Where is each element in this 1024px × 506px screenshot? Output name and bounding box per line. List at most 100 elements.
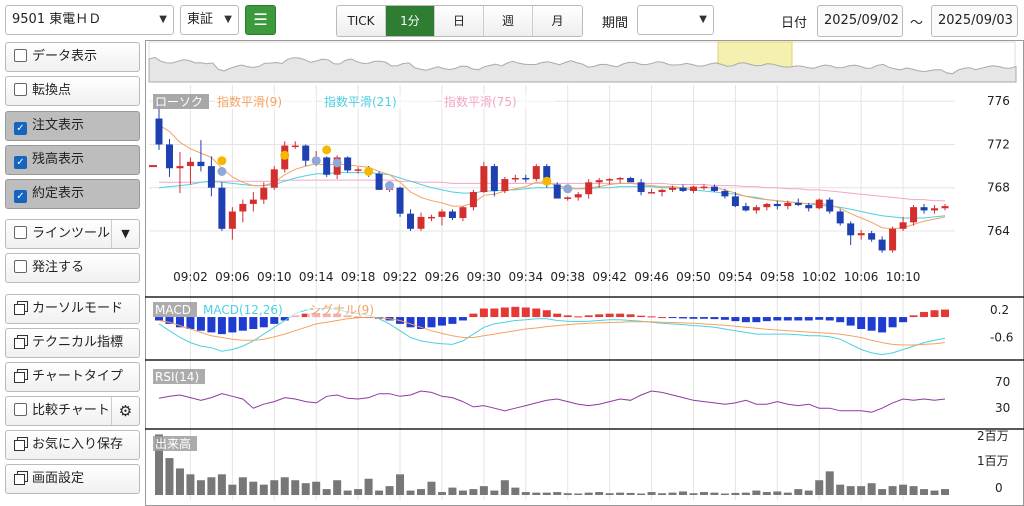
date-to-field[interactable]: 2025/09/03 (931, 5, 1018, 37)
position-marker (563, 184, 573, 194)
macd-histogram-bar (542, 310, 551, 318)
candle-body (595, 180, 603, 183)
chevron-down-icon[interactable]: ▼ (111, 220, 139, 248)
sidebar-item-11[interactable]: お気に入り保存 (5, 430, 140, 460)
candle-body (710, 186, 718, 191)
tab-month[interactable]: 月 (533, 6, 582, 36)
x-tick-label: 09:46 (634, 270, 669, 284)
market-select[interactable]: 東証 ▼ (180, 5, 239, 35)
x-tick-label: 09:38 (550, 270, 585, 284)
sidebar-item-1[interactable]: 転換点 (5, 76, 140, 106)
volume-bar (741, 492, 750, 495)
tab-1min[interactable]: 1分 (386, 6, 435, 36)
tab-day[interactable]: 日 (435, 6, 484, 36)
volume-bar (773, 491, 782, 495)
position-marker (322, 145, 332, 155)
checkbox-icon[interactable] (14, 49, 27, 62)
macd-histogram-bar (637, 315, 646, 318)
volume-bar (825, 471, 834, 495)
sidebar-item-10[interactable]: 比較チャート ⚙ (5, 396, 140, 426)
macd-histogram-bar (521, 307, 530, 318)
candle-body (752, 207, 760, 211)
macd-histogram-bar (490, 308, 499, 318)
candle-body (427, 216, 435, 219)
chart-area[interactable]: 776 772 768 764 ローソク 指数平滑(9) 指数平滑(21) 指数平滑(75) 0… (145, 40, 1024, 506)
macd-histogram-bar (511, 306, 520, 318)
macd-histogram-bar (699, 317, 708, 319)
window-icon[interactable] (14, 471, 28, 485)
candle-body (165, 144, 173, 169)
chart-app: 9501 東電ＨＤ ▼ 東証 ▼ ☰ TICK 1分 日 週 月 期間 ▼ 日付… (0, 0, 1024, 506)
tab-tick[interactable]: TICK (337, 6, 386, 36)
macd-histogram-bar (783, 317, 792, 321)
checkbox-checked-icon[interactable]: ✓ (14, 122, 27, 135)
sidebar-item-9[interactable]: チャートタイプ (5, 362, 140, 392)
volume-bar (375, 490, 384, 495)
checkbox-icon[interactable] (14, 260, 27, 273)
period-select[interactable]: ▼ (637, 5, 714, 35)
checkbox-checked-icon[interactable]: ✓ (14, 190, 27, 203)
x-tick-label: 09:14 (299, 270, 334, 284)
window-icon[interactable] (14, 335, 28, 349)
macd-histogram-bar (930, 310, 939, 318)
candle-body (700, 186, 708, 189)
x-tick-label: 09:10 (257, 270, 292, 284)
volume-tick-label: 1百万 (977, 454, 1009, 468)
window-icon[interactable] (14, 301, 28, 315)
gear-icon[interactable]: ⚙ (111, 397, 139, 425)
candle-body (302, 145, 310, 161)
position-marker (542, 176, 552, 186)
macd-histogram-bar (595, 314, 604, 318)
macd-histogram-bar (437, 317, 446, 326)
window-icon[interactable] (14, 437, 28, 451)
macd-histogram-bar (448, 317, 457, 324)
date-from-field[interactable]: 2025/09/02 (817, 5, 903, 37)
candle-body (501, 179, 509, 191)
volume-bar (647, 492, 656, 495)
checkbox-icon[interactable] (14, 83, 27, 96)
volume-bar (542, 492, 551, 495)
sidebar-item-6[interactable]: 発注する (5, 253, 140, 283)
tab-week[interactable]: 週 (484, 6, 533, 36)
macd-histogram-bar (825, 317, 834, 321)
sidebar-item-4[interactable]: ✓ 約定表示 (5, 179, 140, 209)
candle-body (522, 177, 530, 180)
candle-body (407, 213, 415, 229)
sidebar-item-label: 比較チャート (32, 403, 110, 418)
checkbox-icon[interactable] (14, 403, 27, 416)
macd-histogram-bar (238, 317, 247, 331)
list-view-button[interactable]: ☰ (245, 5, 276, 35)
candle-body (847, 223, 855, 236)
macd-histogram-bar (720, 317, 729, 320)
volume-bar (762, 492, 771, 495)
sidebar-item-0[interactable]: データ表示 (5, 42, 140, 72)
macd-histogram-bar (155, 317, 163, 321)
candle-body (239, 203, 247, 212)
sidebar-item-8[interactable]: テクニカル指標 (5, 328, 140, 358)
volume-bar (584, 492, 593, 495)
sidebar-item-label: 発注する (32, 260, 85, 275)
macd-histogram-bar (815, 317, 824, 320)
sidebar-item-5[interactable]: ラインツール ▼ (5, 219, 140, 249)
position-marker (385, 181, 395, 191)
checkbox-checked-icon[interactable]: ✓ (14, 156, 27, 169)
macd-histogram-bar (626, 314, 635, 318)
window-icon[interactable] (14, 369, 28, 383)
sidebar-item-3[interactable]: ✓ 残高表示 (5, 145, 140, 175)
sidebar-item-12[interactable]: 画面設定 (5, 464, 140, 494)
position-marker (217, 156, 227, 166)
sidebar-item-7[interactable]: カーソルモード (5, 294, 140, 324)
sidebar-item-2[interactable]: ✓ 注文表示 (5, 111, 140, 141)
candle-body (459, 207, 467, 218)
rsi-label: RSI(14) (155, 370, 199, 384)
checkbox-icon[interactable] (14, 226, 27, 239)
sidebar-item-label: チャートタイプ (32, 369, 123, 384)
volume-bar (270, 480, 279, 495)
stock-select[interactable]: 9501 東電ＨＤ ▼ (5, 5, 174, 35)
candle-body (920, 207, 928, 211)
macd-histogram-bar (752, 317, 761, 323)
volume-bar (783, 492, 792, 495)
candle-body (511, 177, 519, 180)
candle-body (323, 157, 331, 175)
candle-body (249, 199, 257, 204)
